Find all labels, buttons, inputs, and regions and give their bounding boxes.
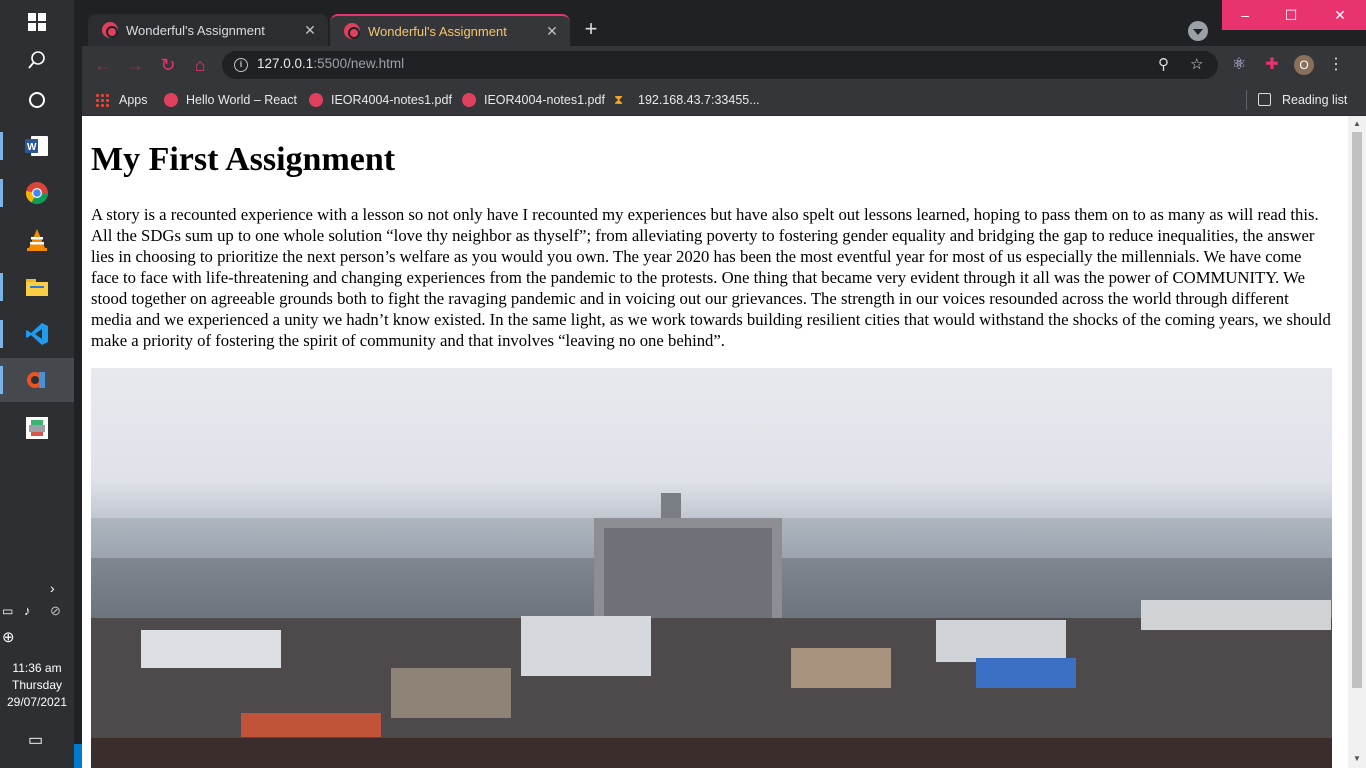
maximize-button[interactable]: ☐	[1268, 0, 1314, 30]
cortana-icon[interactable]	[0, 78, 74, 122]
vscode-icon[interactable]	[0, 312, 74, 356]
address-bar[interactable]: i 127.0.0.1:5500/new.html ⚲ ☆	[222, 51, 1218, 79]
hourglass-icon: ⧗	[614, 92, 624, 107]
page-title: My First Assignment	[91, 141, 396, 178]
page-content: My First Assignment A story is a recount…	[91, 116, 1332, 351]
browser-toolbar: ← → ↻ ⌂ i 127.0.0.1:5500/new.html ⚲ ☆ ⚛ …	[82, 46, 1366, 84]
file-explorer-icon[interactable]	[0, 265, 74, 309]
clock-time: 11:36 am	[12, 661, 62, 675]
profile-avatar[interactable]: O	[1294, 55, 1314, 75]
network-off-icon[interactable]: ⊘	[50, 603, 61, 619]
home-icon[interactable]: ⌂	[188, 53, 212, 77]
tab-favicon-icon	[344, 23, 360, 39]
browser-window: Wonderful's Assignment ✕ Wonderful's Ass…	[82, 0, 1366, 768]
bookmark-local-address[interactable]: ⧗ 192.168.43.7:33455...	[614, 90, 760, 110]
git-app-icon[interactable]	[0, 358, 74, 402]
vertical-scrollbar[interactable]: ▲ ▼	[1348, 116, 1366, 768]
chrome-icon[interactable]	[0, 171, 74, 215]
scrollbar-thumb[interactable]	[1352, 132, 1362, 688]
tab-strip: Wonderful's Assignment ✕ Wonderful's Ass…	[82, 0, 1366, 46]
react-devtools-icon[interactable]: ⚛	[1228, 54, 1250, 76]
language-globe-icon[interactable]: ⊕	[2, 628, 15, 646]
bookmark-ieor-notes-2[interactable]: IEOR4004-notes1.pdf	[462, 90, 605, 110]
generic-app-icon[interactable]	[0, 406, 74, 450]
tab-title: Wonderful's Assignment	[126, 22, 265, 38]
bookmark-star-icon[interactable]: ☆	[1190, 55, 1203, 73]
bookmarks-bar: Apps Hello World – React IEOR4004-notes1…	[82, 84, 1366, 116]
bookmark-apps[interactable]: Apps	[95, 90, 148, 110]
battery-icon[interactable]: ▭	[2, 604, 13, 618]
tab-favicon-icon	[102, 22, 118, 38]
reading-list-button[interactable]: Reading list	[1282, 90, 1347, 110]
notification-icon[interactable]: ▭	[28, 730, 43, 750]
volume-icon[interactable]: ♪	[24, 603, 31, 618]
bookmark-hello-world-react[interactable]: Hello World – React	[164, 90, 297, 110]
tab-close-icon[interactable]: ✕	[544, 23, 560, 40]
svg-text:W: W	[27, 142, 37, 153]
site-icon	[462, 93, 476, 107]
windows-taskbar: W › ▭ ♪ ⊘ ⊕ 11:36 am Thursday 29/07/2021…	[0, 0, 74, 768]
zoom-icon[interactable]: ⚲	[1158, 55, 1169, 73]
tab-close-icon[interactable]: ✕	[302, 22, 318, 39]
chevron-right-icon[interactable]: ›	[50, 580, 55, 596]
word-icon[interactable]: W	[0, 124, 74, 168]
site-icon	[164, 93, 178, 107]
clock-day: Thursday	[11, 678, 63, 692]
site-icon	[309, 93, 323, 107]
page-viewport: My First Assignment A story is a recount…	[82, 116, 1366, 768]
url-text[interactable]: 127.0.0.1:5500/new.html	[257, 56, 404, 71]
city-skyline-image	[91, 368, 1332, 768]
back-arrow-icon[interactable]: ←	[91, 53, 115, 77]
minimize-button[interactable]: –	[1222, 0, 1268, 30]
clock-date: 29/07/2021	[6, 695, 68, 709]
editor-status-strip	[74, 744, 82, 768]
tab-inactive[interactable]: Wonderful's Assignment ✕	[88, 14, 328, 46]
apps-grid-icon	[95, 93, 109, 107]
menu-kebab-icon[interactable]: ⋮	[1325, 54, 1347, 76]
vlc-icon[interactable]	[0, 218, 74, 262]
search-icon[interactable]	[0, 38, 74, 82]
story-paragraph: A story is a recounted experience with a…	[91, 205, 1331, 350]
site-info-icon[interactable]: i	[234, 58, 248, 72]
taskbar-clock[interactable]: 11:36 am Thursday 29/07/2021	[0, 660, 74, 711]
extensions-puzzle-icon[interactable]: ✚	[1261, 54, 1283, 76]
tab-search-icon[interactable]	[1188, 21, 1208, 41]
forward-arrow-icon[interactable]: →	[123, 53, 147, 77]
scroll-up-arrow-icon[interactable]: ▲	[1352, 119, 1362, 129]
close-window-button[interactable]: ✕	[1314, 0, 1366, 30]
reading-list-icon	[1258, 93, 1271, 106]
tab-title: Wonderful's Assignment	[368, 23, 507, 39]
new-tab-button[interactable]: +	[578, 17, 604, 43]
tab-active[interactable]: Wonderful's Assignment ✕	[330, 14, 570, 46]
reload-icon[interactable]: ↻	[156, 53, 180, 77]
scroll-down-arrow-icon[interactable]: ▼	[1352, 754, 1362, 764]
bookmarks-divider	[1246, 90, 1247, 110]
bookmark-ieor-notes-1[interactable]: IEOR4004-notes1.pdf	[309, 90, 452, 110]
